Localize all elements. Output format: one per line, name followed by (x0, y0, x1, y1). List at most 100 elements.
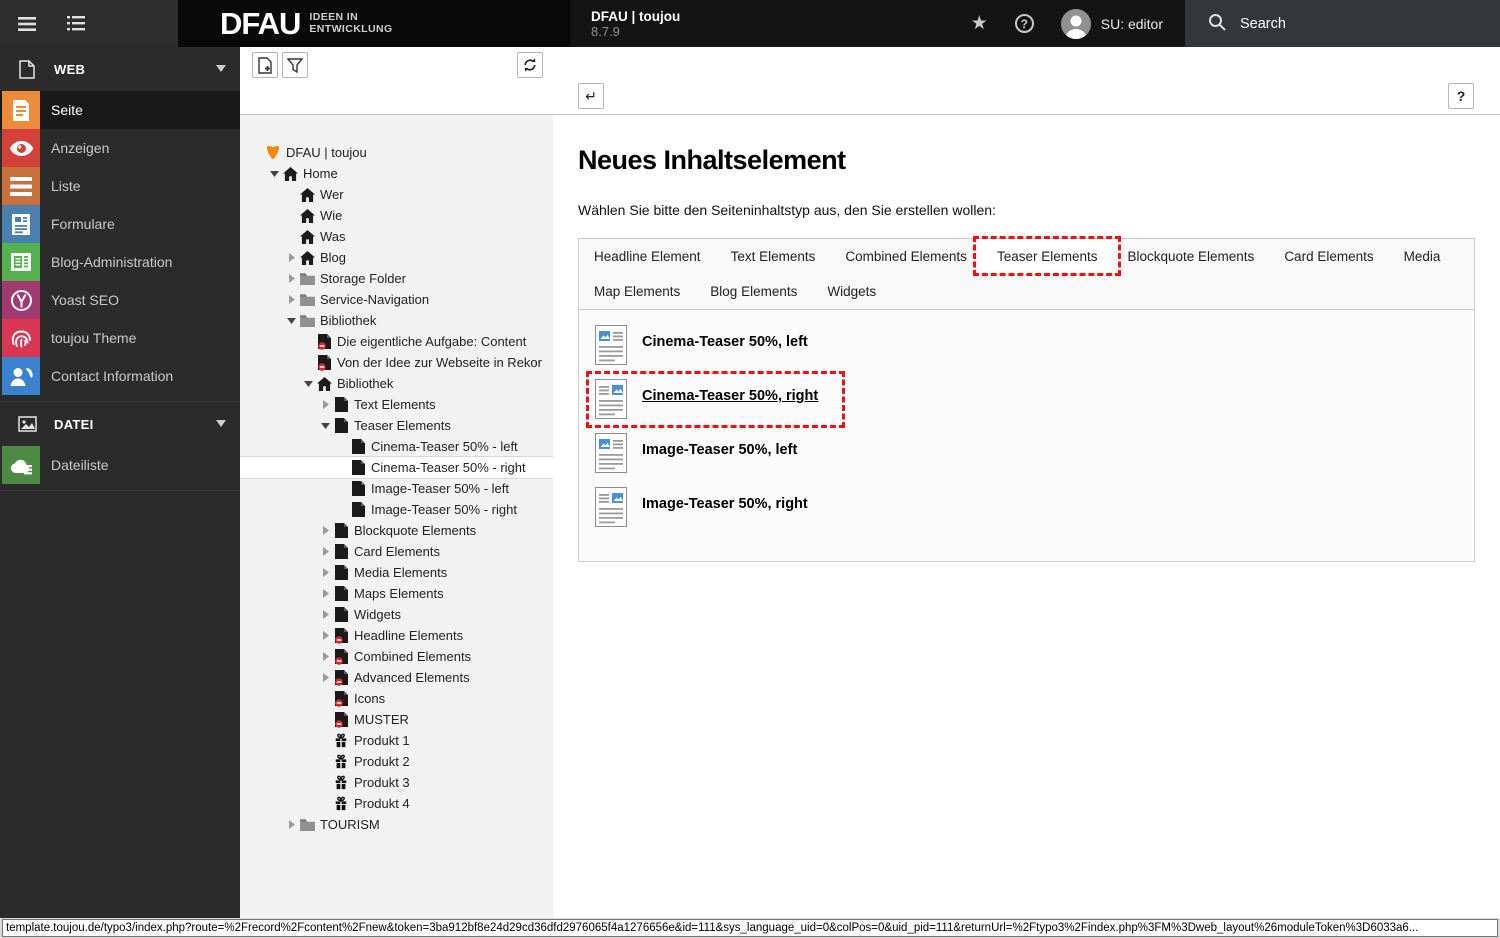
tree-node-maps-elements[interactable]: Maps Elements (240, 583, 553, 604)
tree-node-cinema-teaser-50-right[interactable]: Cinema-Teaser 50% - right (240, 457, 553, 478)
tree-node-bibliothek[interactable]: Bibliothek (240, 373, 553, 394)
tree-toggle-closed-icon[interactable] (318, 673, 332, 682)
content-element-label[interactable]: Cinema-Teaser 50%, right (642, 388, 818, 424)
tab-map-elements[interactable]: Map Elements (579, 274, 695, 309)
tree-toggle-open-icon[interactable] (318, 421, 332, 430)
tree-node-produkt-1[interactable]: Produkt 1 (240, 730, 553, 751)
tree-node-teaser-elements[interactable]: Teaser Elements (240, 415, 553, 436)
sidebar-item-liste[interactable]: Liste (0, 167, 240, 205)
main-content: Neues Inhaltselement Wählen Sie bitte de… (553, 115, 1500, 918)
tree-node-widgets[interactable]: Widgets (240, 604, 553, 625)
content-element-label[interactable]: Image-Teaser 50%, right (642, 496, 808, 532)
tree-node-image-teaser-50-right[interactable]: Image-Teaser 50% - right (240, 499, 553, 520)
tree-node-text-elements[interactable]: Text Elements (240, 394, 553, 415)
tree-node-card-elements[interactable]: Card Elements (240, 541, 553, 562)
content-element-image-teaser-50-left[interactable]: Image-Teaser 50%, left (595, 433, 797, 478)
tree-node-image-teaser-50-left[interactable]: Image-Teaser 50% - left (240, 478, 553, 499)
content-element-image-teaser-50-right[interactable]: Image-Teaser 50%, right (595, 487, 808, 532)
tree-toggle-closed-icon[interactable] (284, 295, 298, 304)
filter-button[interactable] (282, 52, 308, 78)
tree-toggle-open-icon[interactable] (301, 379, 315, 388)
content-element-label[interactable]: Image-Teaser 50%, left (642, 442, 797, 478)
content-element-label[interactable]: Cinema-Teaser 50%, left (642, 334, 808, 370)
module-menu-icon[interactable] (64, 12, 88, 36)
tree-node-headline-elements[interactable]: Headline Elements (240, 625, 553, 646)
return-button[interactable]: ↵ (578, 83, 604, 109)
content-element-cinema-teaser-50-right[interactable]: Cinema-Teaser 50%, right (585, 371, 846, 428)
tree-node-blog[interactable]: Blog (240, 247, 553, 268)
chevron-down-icon (216, 419, 226, 430)
new-page-button[interactable] (252, 52, 278, 78)
tree-node-service-navigation[interactable]: Service-Navigation (240, 289, 553, 310)
tree-node-icons[interactable]: Icons (240, 688, 553, 709)
sidebar-section-header-datei[interactable]: DATEI (0, 402, 240, 446)
tree-node-was[interactable]: Was (240, 226, 553, 247)
tree-toggle-open-icon[interactable] (267, 169, 281, 178)
tree-toggle-closed-icon[interactable] (318, 631, 332, 640)
tree-node-muster[interactable]: MUSTER (240, 709, 553, 730)
tree-node-home[interactable]: Home (240, 163, 553, 184)
tree-node-cinema-teaser-50-left[interactable]: Cinema-Teaser 50% - left (240, 436, 553, 457)
content-element-cinema-teaser-50-left[interactable]: Cinema-Teaser 50%, left (595, 325, 808, 370)
tree-node-label: Maps Elements (354, 586, 444, 601)
sidebar-item-seite[interactable]: Seite (0, 91, 240, 129)
tree-node-storage-folder[interactable]: Storage Folder (240, 268, 553, 289)
tree-toggle-closed-icon[interactable] (318, 547, 332, 556)
hamburger-menu-icon[interactable] (15, 12, 39, 36)
tree-toggle-closed-icon[interactable] (284, 274, 298, 283)
tab-text-elements[interactable]: Text Elements (716, 239, 831, 274)
tree-node-die-eigentliche-aufgabe-content[interactable]: Die eigentliche Aufgabe: Content (240, 331, 553, 352)
tab-teaser-elements[interactable]: Teaser Elements (972, 236, 1122, 276)
page-icon (332, 586, 350, 601)
tree-node-wer[interactable]: Wer (240, 184, 553, 205)
sidebar-item-anzeigen[interactable]: Anzeigen (0, 129, 240, 167)
tree-toggle-closed-icon[interactable] (318, 526, 332, 535)
tree-toggle-closed-icon[interactable] (318, 589, 332, 598)
sidebar-item-toujou-theme[interactable]: toujou Theme (0, 319, 240, 357)
tree-node-produkt-4[interactable]: Produkt 4 (240, 793, 553, 814)
tree-node-von-der-idee-zur-webseite-in-rekor[interactable]: Von der Idee zur Webseite in Rekor (240, 352, 553, 373)
tree-toggle-closed-icon[interactable] (284, 820, 298, 829)
tree-node-label: DFAU | toujou (286, 145, 367, 160)
sidebar-item-label: Formulare (51, 216, 115, 232)
tree-node-label: Produkt 1 (354, 733, 410, 748)
tab-combined-elements[interactable]: Combined Elements (830, 239, 982, 274)
tree-node-label: Headline Elements (354, 628, 464, 643)
tree-node-advanced-elements[interactable]: Advanced Elements (240, 667, 553, 688)
tab-blockquote-elements[interactable]: Blockquote Elements (1112, 239, 1269, 274)
tab-blog-elements[interactable]: Blog Elements (695, 274, 812, 309)
tree-toggle-closed-icon[interactable] (318, 652, 332, 661)
sidebar-item-dateiliste[interactable]: Dateiliste (0, 446, 240, 484)
tab-headline-element[interactable]: Headline Element (579, 239, 716, 274)
tree-node-bibliothek[interactable]: Bibliothek (240, 310, 553, 331)
tree-node-produkt-2[interactable]: Produkt 2 (240, 751, 553, 772)
bookmark-star-icon[interactable]: ★ (971, 12, 988, 35)
tree-node-wie[interactable]: Wie (240, 205, 553, 226)
sidebar-section-header-web[interactable]: WEB (0, 47, 240, 91)
user-menu[interactable]: SU: editor (1060, 8, 1163, 39)
sidebar-item-yoast-seo[interactable]: Yoast SEO (0, 281, 240, 319)
tree-node-produkt-3[interactable]: Produkt 3 (240, 772, 553, 793)
dfau-logo[interactable]: DFAU IDEEN IN ENTWICKLUNG (178, 0, 570, 47)
tree-toggle-closed-icon[interactable] (284, 253, 298, 262)
tab-media[interactable]: Media (1389, 239, 1456, 274)
tree-toggle-closed-icon[interactable] (318, 610, 332, 619)
context-help-button[interactable]: ? (1448, 83, 1474, 109)
tree-node-blockquote-elements[interactable]: Blockquote Elements (240, 520, 553, 541)
tree-node-media-elements[interactable]: Media Elements (240, 562, 553, 583)
help-icon[interactable]: ? (1014, 14, 1034, 33)
search-bar[interactable]: Search (1185, 0, 1500, 47)
tree-toggle-open-icon[interactable] (284, 316, 298, 325)
sidebar-item-formulare[interactable]: Formulare (0, 205, 240, 243)
tab-widgets[interactable]: Widgets (812, 274, 891, 309)
sidebar-item-blog-administration[interactable]: Blog-Administration (0, 243, 240, 281)
tree-node-dfau-toujou[interactable]: DFAU | toujou (240, 142, 553, 163)
sidebar-item-contact-information[interactable]: Contact Information (0, 357, 240, 395)
tree-node-tourism[interactable]: TOURISM (240, 814, 553, 835)
tree-node-combined-elements[interactable]: Combined Elements (240, 646, 553, 667)
tree-toggle-closed-icon[interactable] (318, 568, 332, 577)
tree-toggle-closed-icon[interactable] (318, 400, 332, 409)
tab-card-elements[interactable]: Card Elements (1269, 239, 1388, 274)
sidebar-item-label: toujou Theme (51, 330, 137, 346)
refresh-button[interactable] (517, 52, 543, 78)
